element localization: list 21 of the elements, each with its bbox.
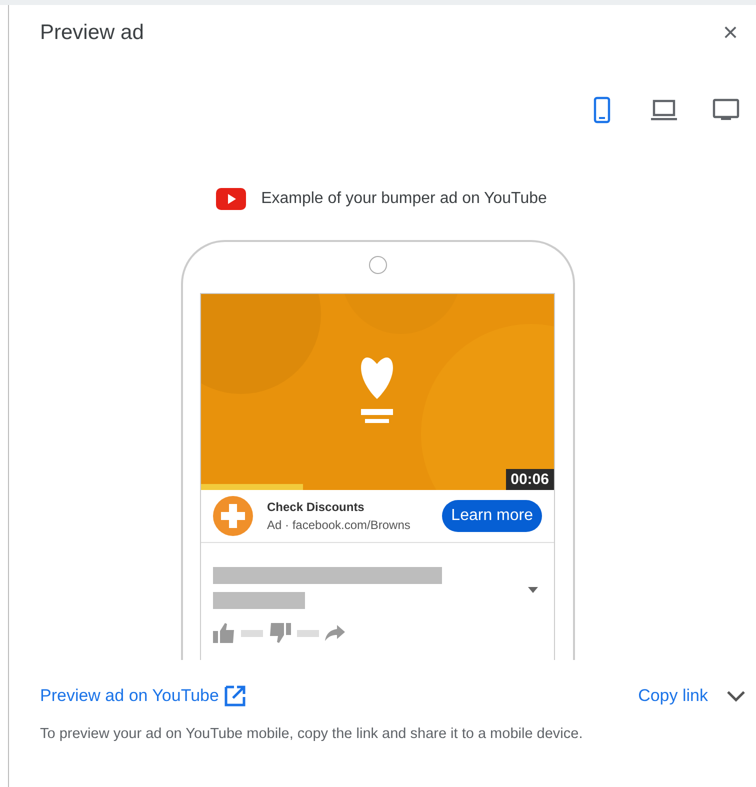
- dialog-title: Preview ad: [40, 20, 144, 44]
- video-play-icon: [216, 188, 246, 210]
- thumbs-up-icon: [213, 623, 235, 643]
- share-arrow-icon: [325, 625, 345, 641]
- caption-text: Example of your bumper ad on YouTube: [261, 190, 547, 208]
- dropdown-caret-icon: [528, 587, 538, 593]
- close-button[interactable]: ×: [718, 17, 742, 48]
- help-text: To preview your ad on YouTube mobile, copy the link and share it to a mobile device.: [40, 726, 584, 742]
- learn-more-button[interactable]: Learn more: [442, 500, 542, 532]
- count-placeholder-bar: [241, 630, 263, 636]
- external-link-icon[interactable]: [222, 684, 247, 708]
- count-placeholder-bar: [297, 630, 319, 636]
- ad-source: Ad · facebook.com/Browns: [267, 518, 412, 532]
- preview-link[interactable]: Preview ad on YouTube: [40, 686, 219, 706]
- video-time: 00:06: [506, 469, 554, 490]
- copy-link[interactable]: Copy link: [638, 686, 708, 706]
- camera-icon: [368, 256, 386, 274]
- ad-headline: Check Discounts: [267, 500, 366, 514]
- plus-logo-icon: [213, 496, 253, 536]
- chevron-down-icon[interactable]: [726, 690, 746, 702]
- thumbs-down-icon: [269, 623, 291, 643]
